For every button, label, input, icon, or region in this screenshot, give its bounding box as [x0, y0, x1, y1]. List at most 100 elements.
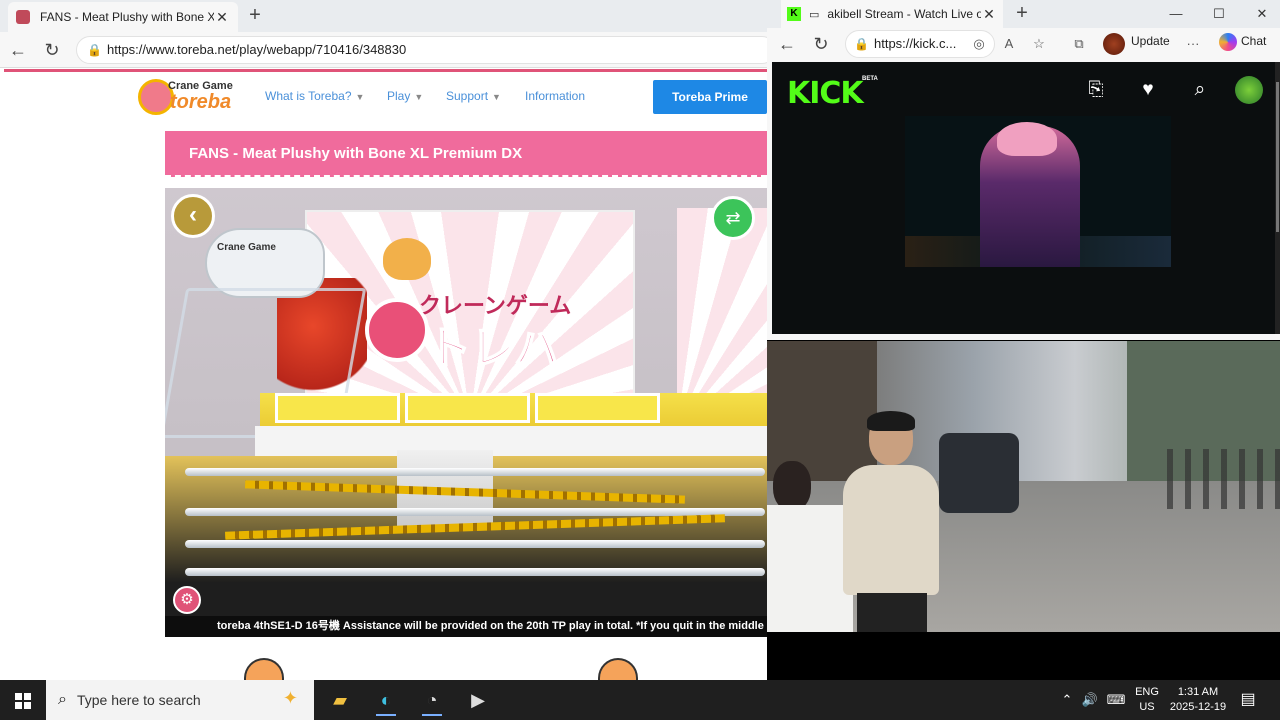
poster-title-jp: トレバ	[426, 323, 560, 374]
kick-page: KICK BETA ⎘ ♥ ⌕ ➤	[772, 62, 1280, 334]
toreba-favicon-icon	[16, 10, 30, 24]
media-player-icon[interactable]: ▶	[460, 684, 496, 716]
user-avatar[interactable]	[1235, 76, 1263, 104]
streamer-hat	[997, 122, 1057, 156]
menu-support[interactable]: Support ▼	[446, 89, 501, 103]
back-arrow-icon[interactable]: ←	[773, 30, 801, 58]
notifications-icon[interactable]: ▤	[1236, 688, 1260, 712]
start-button[interactable]	[0, 680, 46, 720]
site-info-icon[interactable]: 🔒	[87, 37, 102, 63]
back-arrow-icon[interactable]: ←	[4, 36, 32, 64]
machine-ledge	[255, 426, 767, 456]
stream-video-player[interactable]	[905, 116, 1171, 267]
refresh-icon[interactable]: ↻	[807, 30, 835, 58]
guard-bar	[185, 508, 765, 516]
update-button[interactable]: Update	[1131, 34, 1170, 48]
windows-taskbar: ⌕ Type here to search ✦ ▰ ◐ ◔ ▶ ⌃ 🔊 ⌨ EN…	[0, 680, 1280, 720]
shelf-tray	[535, 393, 660, 423]
video-letterbox	[767, 632, 1280, 680]
edge-browser-icon[interactable]: ◐	[368, 684, 404, 716]
close-window-button[interactable]: ✕	[1240, 0, 1280, 28]
address-bar[interactable]: 🔒 https://www.toreba.net/play/webapp/710…	[76, 36, 767, 64]
menu-information[interactable]: Information	[525, 89, 585, 103]
menu-label: What is Toreba?	[265, 89, 352, 103]
navigation-bar: ← ↻ 🔒 https://www.toreba.net/play/webapp…	[0, 32, 767, 68]
capture-app-icon[interactable]: ◔	[414, 684, 450, 716]
search-highlight-icon: ✦	[282, 688, 298, 708]
close-tab-icon[interactable]: ✕	[981, 6, 997, 23]
input-language[interactable]: ENG US	[1130, 685, 1164, 715]
volume-icon[interactable]: 🔊	[1080, 680, 1100, 720]
read-aloud-icon[interactable]: A	[999, 34, 1019, 54]
tab-title: FANS - Meat Plushy with Bone XL	[40, 10, 214, 24]
maximize-button[interactable]: ☐	[1197, 0, 1241, 28]
new-tab-button[interactable]: +	[244, 4, 266, 26]
kick-browser-window: K ▭ akibell Stream - Watch Live o ✕ + — …	[767, 0, 1280, 340]
refresh-icon[interactable]: ↻	[38, 36, 66, 64]
parked-car	[939, 433, 1019, 513]
guard-bar	[185, 540, 765, 548]
tab-strip: FANS - Meat Plushy with Bone XL ✕ +	[0, 0, 767, 32]
toreba-site-header: Crane Game toreba What is Toreba? ▼ Play ▼…	[4, 72, 767, 122]
claw-logo: Crane Game	[217, 242, 276, 253]
page-content-below	[200, 650, 650, 680]
file-explorer-icon[interactable]: ▰	[322, 684, 358, 716]
kick-favicon-icon: K	[787, 7, 801, 21]
chevron-down-icon: ▼	[355, 92, 365, 102]
heart-icon[interactable]: ♥	[1136, 78, 1160, 102]
close-tab-icon[interactable]: ✕	[214, 9, 230, 26]
new-tab-button[interactable]: +	[1011, 2, 1033, 24]
windows-logo-icon	[15, 693, 31, 709]
menu-play[interactable]: Play ▼	[387, 89, 423, 103]
tab-toreba[interactable]: FANS - Meat Plushy with Bone XL ✕	[8, 2, 238, 32]
tab-title: akibell Stream - Watch Live o	[827, 7, 981, 21]
shelf-tray	[405, 393, 530, 423]
chevron-down-icon: ▼	[414, 92, 424, 102]
prize-title: FANS - Meat Plushy with Bone XL Premium …	[165, 131, 767, 177]
keyboard-icon[interactable]: ⌨	[1104, 680, 1128, 720]
mascot-ear-decoration	[598, 658, 638, 680]
parked-bikes	[1167, 449, 1280, 509]
following-icon[interactable]: ⎘	[1084, 78, 1108, 102]
search-icon: ⌕	[58, 691, 67, 708]
menu-label: Information	[525, 89, 586, 103]
info-ticker: toreba 4thSE1-D 16号機 Assistance will be …	[165, 616, 767, 637]
tab-kick[interactable]: K ▭ akibell Stream - Watch Live o ✕	[781, 0, 1003, 28]
pedestrian-head	[773, 461, 811, 511]
copilot-icon[interactable]	[1219, 33, 1237, 51]
tracking-prevention-icon[interactable]: ◎	[969, 34, 989, 54]
tab-strip: K ▭ akibell Stream - Watch Live o ✕ + — …	[767, 0, 1280, 28]
back-icon[interactable]: ‹	[171, 194, 215, 238]
toreba-logo[interactable]: Crane Game toreba	[138, 77, 246, 117]
menu-what-is-toreba[interactable]: What is Toreba? ▼	[265, 89, 364, 103]
camera-switch-icon[interactable]: ⇄	[711, 196, 755, 240]
lang-code: ENG	[1135, 686, 1159, 698]
crane-game-video[interactable]: クレーンゲーム トレバ Crane Game ‹ ⇄ ⚙ toreba 4thS…	[165, 188, 767, 637]
taskbar-search-box[interactable]: ⌕ Type here to search ✦	[46, 680, 314, 720]
minimize-button[interactable]: —	[1154, 0, 1198, 28]
settings-icon[interactable]: ⚙	[173, 586, 201, 614]
menu-label: Play	[387, 89, 411, 103]
scrollbar-thumb[interactable]	[1276, 82, 1279, 232]
logo-title: toreba	[170, 91, 232, 113]
chat-button[interactable]: Chat	[1241, 34, 1266, 48]
favorite-star-icon[interactable]: ☆	[1029, 34, 1049, 54]
toreba-browser-window: FANS - Meat Plushy with Bone XL ✕ + ← ↻ …	[0, 0, 767, 680]
street-video[interactable]	[767, 341, 1280, 632]
extensions-icon[interactable]: ⧉	[1069, 34, 1089, 54]
beta-badge: BETA	[862, 76, 878, 82]
chevron-down-icon: ▼	[492, 92, 501, 102]
show-hidden-icons-chevron-icon[interactable]: ⌃	[1058, 680, 1076, 720]
pedestrian-body	[843, 465, 939, 595]
toreba-prime-button[interactable]: Toreba Prime	[653, 80, 767, 114]
mascot-ear-decoration	[244, 658, 284, 680]
scrollbar[interactable]	[1275, 62, 1280, 334]
more-menu-icon[interactable]: ···	[1183, 34, 1203, 54]
kick-logo[interactable]: KICK	[787, 76, 864, 111]
navigation-bar: ← ↻ 🔒 https://kick.c... ◎ A ☆ ⧉ Update ·…	[767, 28, 1280, 60]
site-info-icon[interactable]: 🔒	[854, 31, 869, 57]
search-icon[interactable]: ⌕	[1188, 78, 1212, 102]
shelf-tray	[275, 393, 400, 423]
profile-avatar[interactable]	[1103, 33, 1125, 55]
system-clock[interactable]: 1:31 AM 2025-12-19	[1166, 685, 1230, 715]
